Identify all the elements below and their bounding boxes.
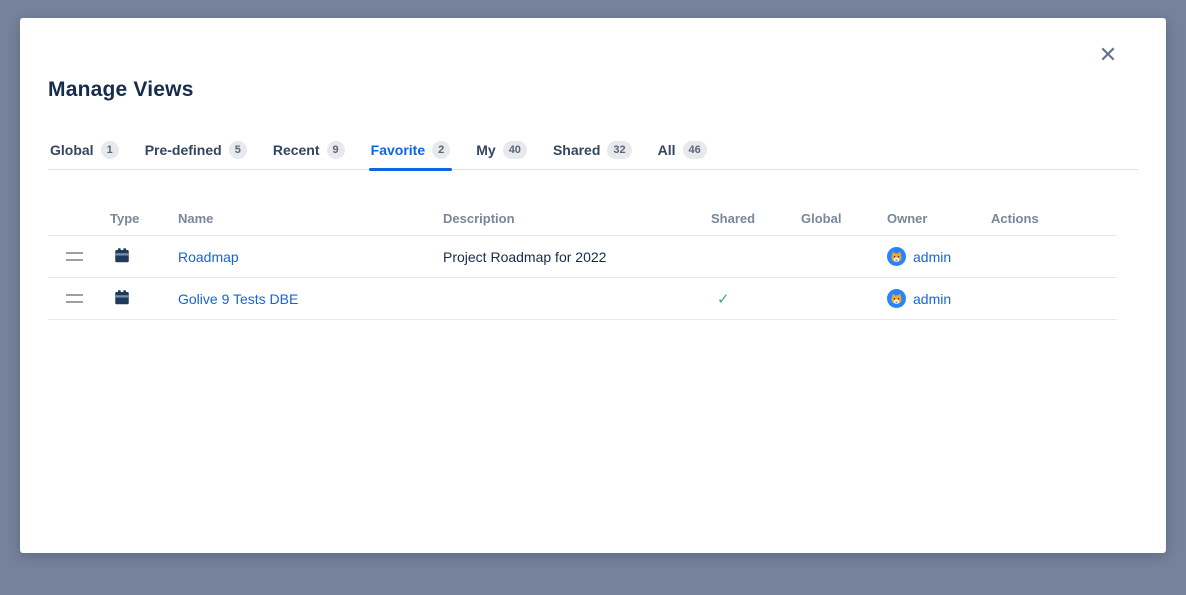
tab-count-badge: 1 [101,141,119,159]
calendar-icon [113,288,131,306]
drag-handle-icon[interactable] [66,294,83,303]
shared-cell: ✓ [701,290,791,308]
tab-shared[interactable]: Shared 32 [551,141,634,169]
owner-avatar [887,289,906,308]
tab-count-badge: 40 [503,141,527,159]
tab-my[interactable]: My 40 [474,141,529,169]
column-header-global: Global [791,211,877,226]
manage-views-modal: ✕ Manage Views Global 1 Pre-defined 5 Re… [20,18,1166,553]
column-header-shared: Shared [701,211,791,226]
page-title: Manage Views [48,78,1138,102]
tab-count-badge: 9 [327,141,345,159]
row-handle-cell [48,294,100,303]
tab-count-badge: 32 [607,141,631,159]
column-header-actions: Actions [981,211,1117,226]
column-header-name: Name [168,211,433,226]
views-table: Type Name Description Shared Global Owne… [48,202,1117,320]
type-cell [100,246,168,267]
tab-label: Shared [553,142,600,158]
row-handle-cell [48,252,100,261]
table-row: Roadmap Project Roadmap for 2022 admin [48,236,1117,278]
tab-favorite[interactable]: Favorite 2 [369,141,453,169]
calendar-icon [113,246,131,264]
tab-label: Global [50,142,94,158]
table-row: Golive 9 Tests DBE ✓ admin [48,278,1117,320]
name-cell: Roadmap [168,249,433,265]
owner-avatar [887,247,906,266]
tab-all[interactable]: All 46 [656,141,709,169]
owner-link[interactable]: admin [913,249,951,265]
tab-pre-defined[interactable]: Pre-defined 5 [143,141,249,169]
shared-check-icon: ✓ [711,291,730,308]
type-cell [100,288,168,309]
tab-label: Recent [273,142,320,158]
tab-label: Favorite [371,142,425,158]
column-header-description: Description [433,211,701,226]
column-header-type: Type [100,211,168,226]
view-name-link[interactable]: Roadmap [178,249,239,265]
column-header-owner: Owner [877,211,981,226]
table-header-row: Type Name Description Shared Global Owne… [48,202,1117,236]
tab-count-badge: 2 [432,141,450,159]
tab-recent[interactable]: Recent 9 [271,141,347,169]
tab-count-badge: 46 [683,141,707,159]
owner-cell: admin [877,289,981,308]
tab-label: Pre-defined [145,142,222,158]
close-icon[interactable]: ✕ [1095,42,1121,68]
description-cell: Project Roadmap for 2022 [433,249,701,265]
tab-label: All [658,142,676,158]
tabs: Global 1 Pre-defined 5 Recent 9 Favorite… [48,141,1138,170]
tab-global[interactable]: Global 1 [48,141,121,169]
drag-handle-icon[interactable] [66,252,83,261]
name-cell: Golive 9 Tests DBE [168,291,433,307]
table-body: Roadmap Project Roadmap for 2022 admin [48,236,1117,320]
tab-label: My [476,142,495,158]
owner-link[interactable]: admin [913,291,951,307]
owner-cell: admin [877,247,981,266]
tab-count-badge: 5 [229,141,247,159]
view-name-link[interactable]: Golive 9 Tests DBE [178,291,298,307]
